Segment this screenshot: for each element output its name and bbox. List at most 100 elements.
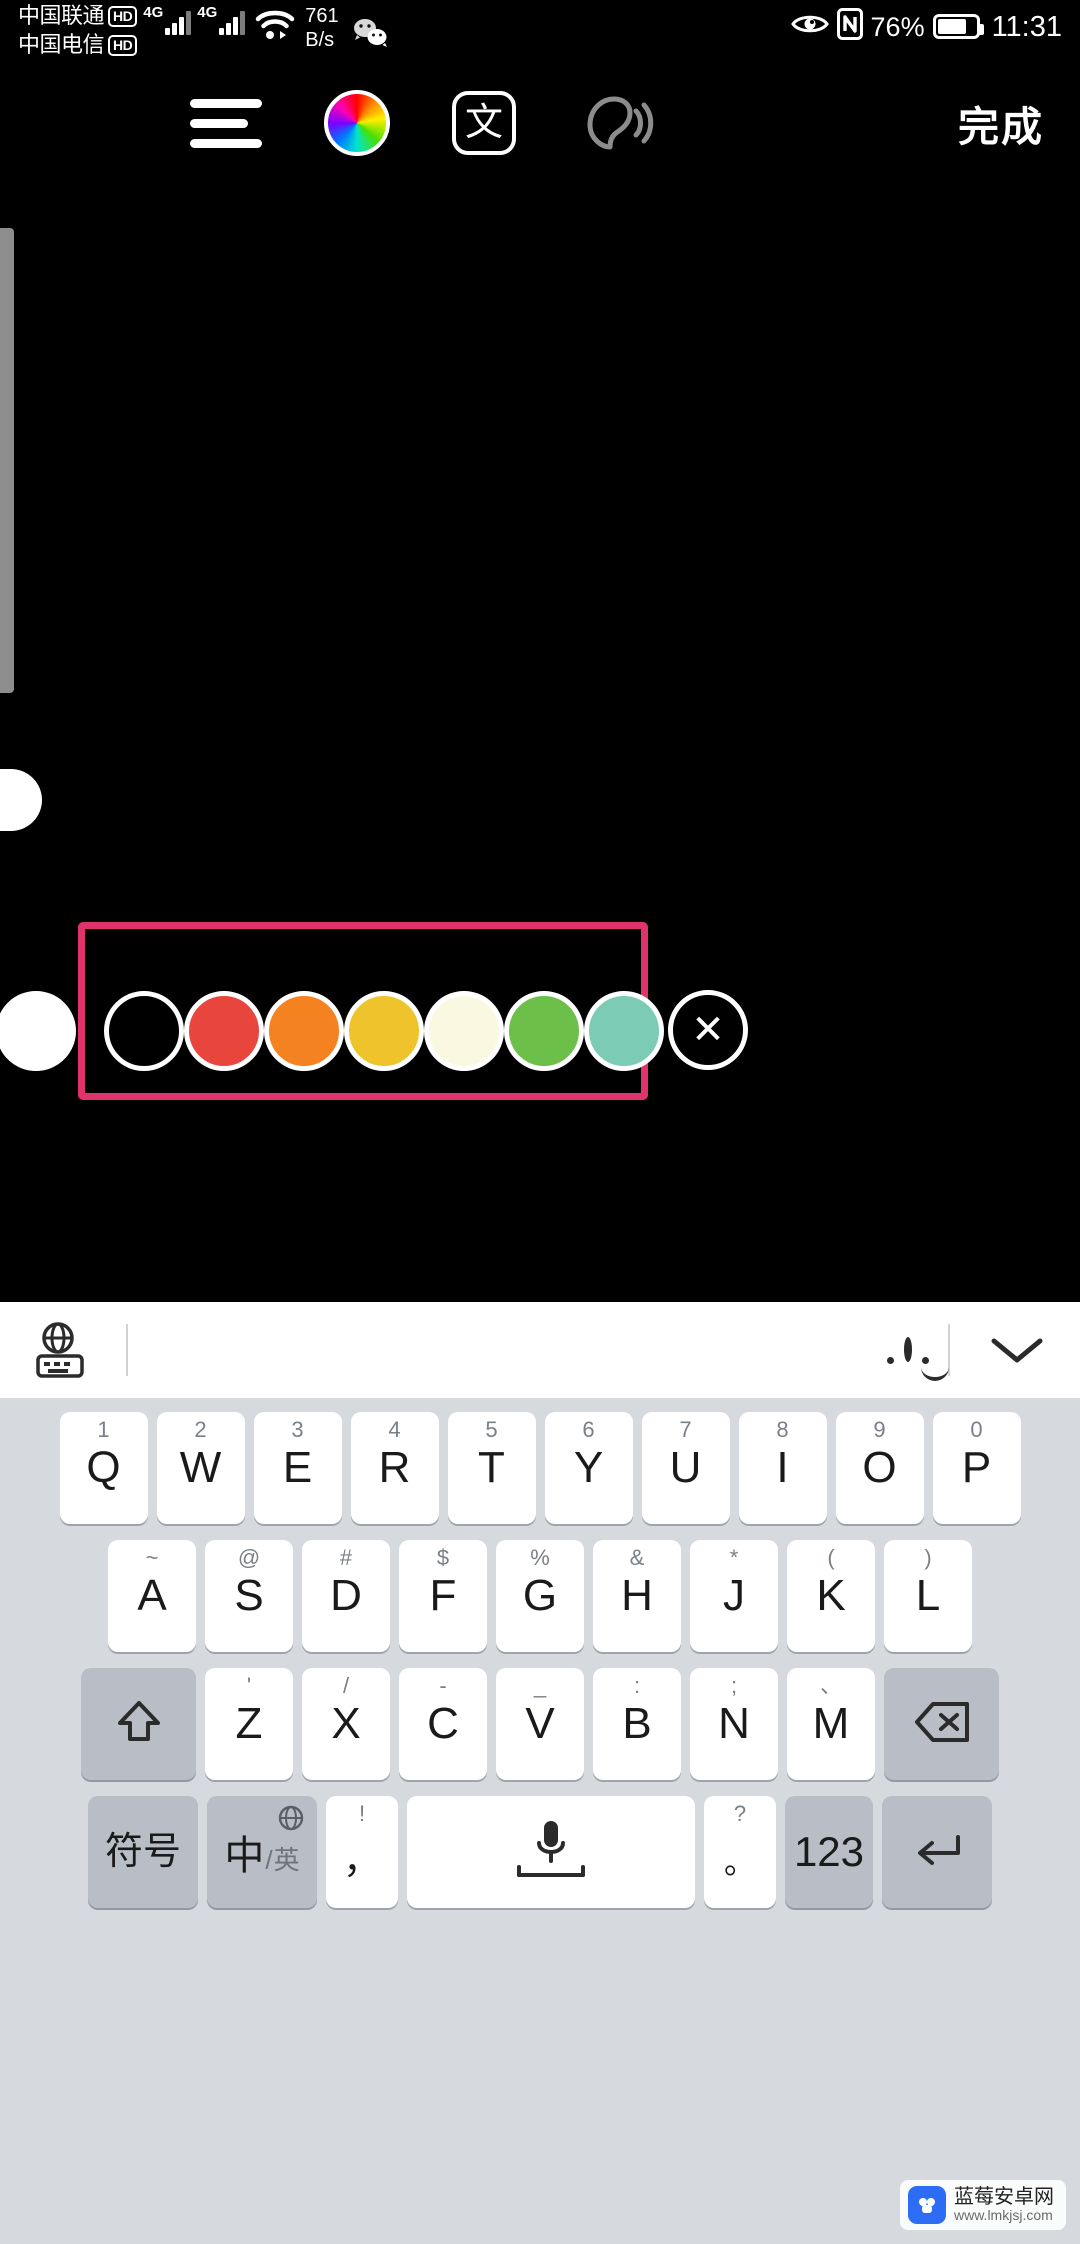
key-p[interactable]: 0P [932,1412,1021,1524]
color-swatch-white-wrap[interactable] [0,991,76,1071]
period-key[interactable]: ? 。 [704,1796,776,1908]
key-r[interactable]: 4R [350,1412,439,1524]
key-d[interactable]: # D [302,1540,390,1652]
color-swatch-green-wrap[interactable] [504,991,584,1071]
enter-icon [910,1829,964,1876]
key-n-sup: ; [730,1673,738,1698]
key-j-label: J [723,1571,745,1620]
key-m[interactable]: 、 M [787,1668,875,1780]
key-c[interactable]: -C [399,1668,487,1780]
watermark-site-name: 蓝莓安卓网 [954,2186,1054,2209]
color-swatch-green[interactable] [504,991,584,1071]
emoji-icon [887,1337,949,1381]
key-y[interactable]: 6Y [544,1412,633,1524]
key-z[interactable]: ' Z [205,1668,293,1780]
key-i-sup: 8 [776,1417,789,1442]
color-swatch-yellow[interactable] [344,991,424,1071]
key-k[interactable]: (K [787,1540,875,1652]
key-s[interactable]: @ S [205,1540,293,1652]
text-align-button[interactable] [190,95,262,151]
color-swatch-cream[interactable] [424,991,504,1071]
key-y-sup: 6 [582,1417,595,1442]
color-swatch-mint-wrap[interactable] [584,991,664,1071]
key-q[interactable]: 1Q [59,1412,148,1524]
translate-icon: 文 [452,91,516,155]
key-o[interactable]: 9O [835,1412,924,1524]
data-speed-value: 761 [305,5,339,27]
key-c-sup: - [439,1673,447,1698]
key-y-label: Y [573,1443,604,1492]
backspace-icon [913,1700,971,1749]
status-bar-right: 76% 11:31 [790,8,1062,45]
text-to-speech-button[interactable] [578,91,654,155]
numeric-key-label: 123 [793,1828,865,1875]
left-drag-knob[interactable] [0,769,42,831]
color-swatch-mint[interactable] [584,991,664,1071]
key-l-label: L [915,1571,941,1620]
color-swatch-red-wrap[interactable] [184,991,264,1071]
keyboard-bar-divider-left [126,1324,128,1376]
key-e[interactable]: 3E [253,1412,342,1524]
key-z-label: Z [235,1699,263,1748]
key-m-sup: 、 [819,1673,842,1698]
key-i-label: I [776,1443,789,1492]
close-color-picker-button[interactable]: ✕ [668,990,748,1070]
key-h[interactable]: & H [593,1540,681,1652]
key-t[interactable]: 5T [447,1412,536,1524]
key-v[interactable]: _ V [496,1668,584,1780]
color-wheel-button[interactable] [324,90,390,156]
key-l-sup: ) [924,1545,932,1570]
color-swatch-orange-wrap[interactable] [264,991,344,1071]
enter-key[interactable] [882,1796,992,1908]
backspace-key[interactable] [884,1668,999,1780]
color-swatch-cream-wrap[interactable] [424,991,504,1071]
key-g[interactable]: % G [496,1540,584,1652]
left-scroll-handle[interactable] [0,228,14,693]
shift-icon [113,1696,165,1753]
color-swatch-row[interactable] [0,990,1080,1072]
key-v-label: V [525,1699,555,1748]
color-swatch-black[interactable] [104,991,184,1071]
key-h-label: H [621,1571,653,1620]
period-key-label: 。 [723,1844,756,1880]
watermark-site-url: www.lmkjsj.com [954,2207,1053,2224]
key-a[interactable]: ~ A [108,1540,196,1652]
key-w[interactable]: 2W [156,1412,245,1524]
data-speed: 761 B/s [305,4,338,52]
carrier-row-1: 中国联通 HD [18,2,138,30]
shift-key[interactable] [81,1668,196,1780]
collapse-keyboard-button[interactable] [990,1335,1044,1365]
key-f-sup: $ [436,1545,450,1570]
language-toggle-key[interactable]: 中 / 英 [207,1796,317,1908]
key-f[interactable]: $ F [399,1540,487,1652]
software-keyboard[interactable]: 1Q 2W 3E 4R 5T 6Y 7U 8I 9O 0P ~ A @ S # D $… [0,1398,1080,2244]
editor-toolbar: 文 完成 [0,62,1080,184]
numeric-key[interactable]: 123 [785,1796,873,1908]
key-p-sup: 0 [970,1417,983,1442]
key-l[interactable]: ) L [884,1540,972,1652]
color-swatch-white[interactable] [0,991,76,1071]
translate-button[interactable]: 文 [452,91,516,155]
key-i[interactable]: 8I [738,1412,827,1524]
key-n[interactable]: ; N [690,1668,778,1780]
nfc-icon [836,8,863,45]
color-swatch-black-wrap[interactable] [104,991,184,1071]
symbols-key[interactable]: 符号 [88,1796,198,1908]
network-type-1: 4G [143,4,164,21]
key-u[interactable]: 7U [641,1412,730,1524]
input-method-switch-icon[interactable] [30,1318,106,1382]
key-b[interactable]: :B [593,1668,681,1780]
color-swatch-red[interactable] [184,991,264,1071]
emoji-button[interactable] [887,1337,949,1381]
space-key[interactable] [407,1796,695,1908]
comma-key[interactable]: ! ， [326,1796,398,1908]
color-swatch-yellow-wrap[interactable] [344,991,424,1071]
key-x[interactable]: / X [302,1668,390,1780]
key-j[interactable]: * J [690,1540,778,1652]
microphone-icon [491,1813,611,1892]
key-k-sup: ( [827,1545,835,1570]
editor-canvas[interactable]: ✕ [0,184,1080,1302]
key-x-sup: / [342,1673,350,1698]
color-swatch-orange[interactable] [264,991,344,1071]
done-button[interactable]: 完成 [958,62,1044,184]
